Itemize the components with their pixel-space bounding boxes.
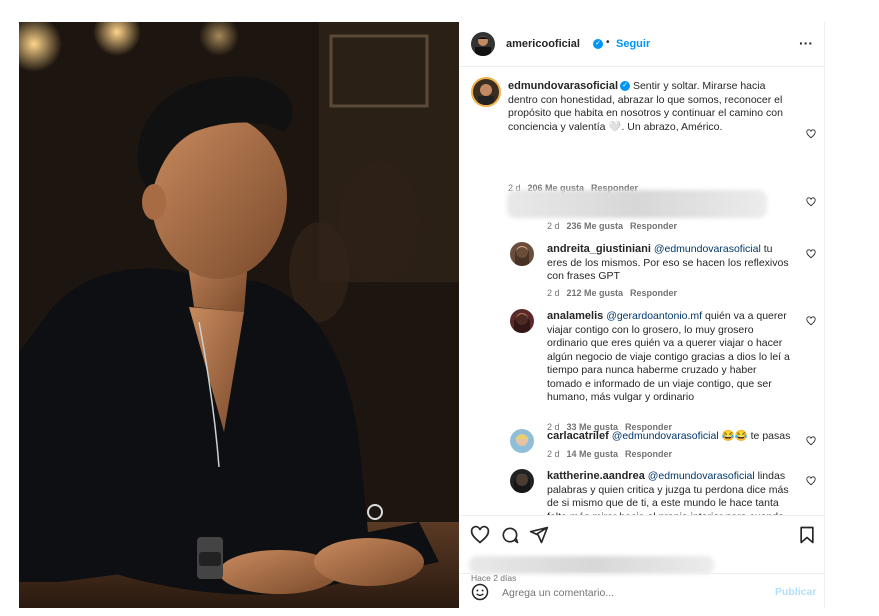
post-photo[interactable] <box>19 22 459 608</box>
like-comment-icon[interactable] <box>806 316 816 326</box>
comment-age: 2 d <box>547 449 560 459</box>
comment-mention[interactable]: @edmundovarasoficial <box>648 470 755 482</box>
blurred-likes-summary <box>469 556 714 574</box>
reply-button[interactable]: Responder <box>630 288 677 298</box>
like-comment-icon[interactable] <box>806 476 816 486</box>
like-comment-icon[interactable] <box>806 436 816 446</box>
comment-mention[interactable]: @edmundovarasoficial <box>654 243 761 255</box>
commenter-avatar[interactable] <box>510 429 534 453</box>
commenter-username[interactable]: edmundovarasoficial <box>508 80 618 92</box>
commenter-avatar[interactable] <box>510 242 534 266</box>
bookmark-icon[interactable] <box>797 525 817 545</box>
comment-likes[interactable]: 212 Me gusta <box>567 288 624 298</box>
commenter-username[interactable]: carlacatrilef <box>547 430 609 442</box>
comment-mention[interactable]: @gerardoantonio.mf <box>606 310 702 322</box>
post-header: americooficial ✓ • Seguir ··· <box>459 22 824 67</box>
like-icon[interactable] <box>470 525 490 545</box>
follow-button[interactable]: Seguir <box>616 38 650 50</box>
comment-meta: 2 d 14 Me gusta Responder <box>547 449 672 459</box>
comment-meta: 2 d 236 Me gusta Responder <box>547 221 677 231</box>
comments-list[interactable]: edmundovarasoficial ✓ Sentir y soltar. Mi… <box>459 67 824 515</box>
comment-input[interactable] <box>500 582 754 604</box>
author-username[interactable]: americooficial <box>506 38 580 50</box>
comment-age: 2 d <box>547 288 560 298</box>
verified-badge-icon: ✓ <box>620 81 631 92</box>
commenter-username[interactable]: andreita_giustiniani <box>547 243 651 255</box>
more-options-icon[interactable]: ··· <box>799 35 813 51</box>
comment-mention[interactable]: @edmundovarasoficial <box>612 430 719 442</box>
like-comment-icon[interactable] <box>806 129 816 139</box>
comment-meta: 2 d 212 Me gusta Responder <box>547 288 677 298</box>
comment-age: 2 d <box>547 221 560 231</box>
smiley-icon[interactable] <box>471 583 489 601</box>
commenter-username[interactable]: kattherine.aandrea <box>547 470 645 482</box>
like-comment-icon[interactable] <box>806 197 816 207</box>
commenter-avatar[interactable] <box>510 469 534 493</box>
comment-icon[interactable] <box>500 525 520 545</box>
comment-text: quién va a querer viajar contigo con lo … <box>547 310 790 403</box>
commenter-avatar[interactable] <box>510 309 534 333</box>
commenter-avatar[interactable] <box>471 77 501 107</box>
commenter-username[interactable]: analamelis <box>547 310 603 322</box>
header-separator: • <box>606 37 610 48</box>
comment-text: 😂😂 te pasas <box>721 430 791 442</box>
reply-button[interactable]: Responder <box>630 221 677 231</box>
share-icon[interactable] <box>529 525 549 545</box>
publish-button[interactable]: Publicar <box>775 586 816 598</box>
verified-badge-icon: ✓ <box>593 39 603 49</box>
author-avatar[interactable] <box>471 32 495 56</box>
comment-likes[interactable]: 14 Me gusta <box>567 449 619 459</box>
comment-likes[interactable]: 236 Me gusta <box>567 221 624 231</box>
reply-button[interactable]: Responder <box>625 449 672 459</box>
post-side-panel: americooficial ✓ • Seguir ··· edmundovar… <box>459 22 825 608</box>
like-comment-icon[interactable] <box>806 249 816 259</box>
photo-illustration <box>19 22 459 608</box>
post-actions: Hace 2 días <box>459 515 824 583</box>
blurred-comment-content <box>507 190 767 218</box>
comment-composer: Publicar <box>459 573 824 609</box>
